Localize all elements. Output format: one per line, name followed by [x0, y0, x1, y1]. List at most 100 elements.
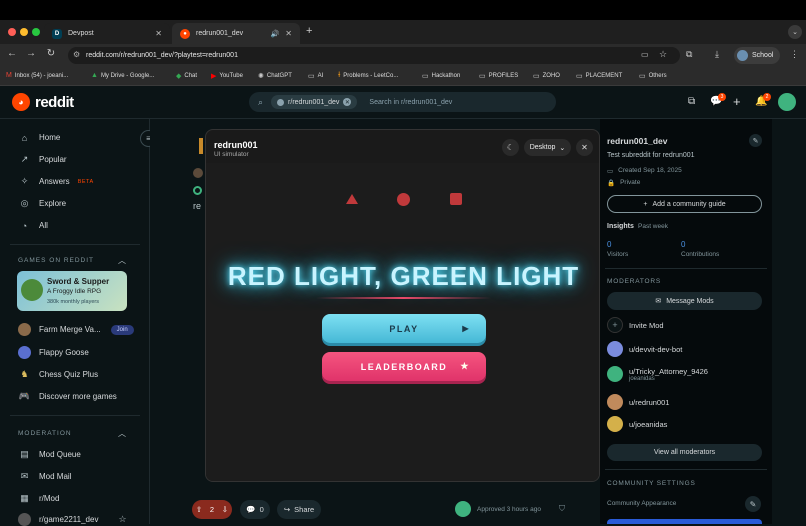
- answers-icon: ✧: [20, 176, 29, 186]
- community-appearance[interactable]: Community Appearance: [607, 500, 676, 507]
- comment-icon: 💬: [246, 505, 256, 514]
- bookmark-placement[interactable]: ▭ PLACEMENT: [576, 72, 622, 80]
- play-button[interactable]: PLAY ▶: [322, 314, 486, 343]
- featured-game-card[interactable]: Sword & Supper A Froggy Idle RPG 380k mo…: [17, 271, 127, 311]
- back-icon[interactable]: ←: [5, 48, 19, 59]
- close-tab-icon[interactable]: ✕: [285, 29, 292, 38]
- game-canvas[interactable]: RED LIGHT, GREEN LIGHT PLAY ▶ LEADERBOARD…: [206, 163, 599, 481]
- tab-redrun[interactable]: ● redrun001_dev 🔊 ✕: [172, 23, 300, 44]
- avatar: [607, 341, 623, 357]
- share-button[interactable]: ↪ Share: [277, 500, 321, 519]
- cast-icon[interactable]: ▭: [641, 50, 649, 59]
- bookmark-star-icon[interactable]: ☆: [659, 49, 667, 60]
- moderator-row[interactable]: u/joeanidas: [607, 416, 667, 432]
- edit-appearance-icon[interactable]: ✎: [745, 496, 761, 512]
- bookmark-youtube[interactable]: ▶ YouTube: [211, 72, 243, 80]
- edit-community-icon[interactable]: ✎: [749, 134, 762, 147]
- bookmark-ai[interactable]: ▭ AI: [308, 72, 323, 80]
- close-tab-icon[interactable]: ✕: [155, 29, 162, 38]
- partial-button[interactable]: [607, 519, 762, 524]
- visitors-label: Visitors: [607, 251, 629, 258]
- bookmark-others[interactable]: ▭ Others: [639, 72, 667, 80]
- dark-mode-icon[interactable]: ☾: [502, 139, 519, 156]
- sidebar-r-mod[interactable]: ▦ r/Mod: [18, 492, 59, 505]
- user-avatar[interactable]: [778, 93, 796, 111]
- tab-search-icon[interactable]: ⌄: [788, 25, 802, 39]
- extensions-icon[interactable]: ⧉: [686, 49, 692, 60]
- bookmark-chat[interactable]: ◆ Chat: [176, 72, 197, 80]
- new-tab-icon[interactable]: +: [306, 25, 312, 37]
- bookmark-hackathon[interactable]: ▭ Hackathon: [422, 72, 460, 80]
- bookmark-inbox[interactable]: M Inbox (54) - joeani...: [6, 72, 68, 79]
- ui-simulator-modal: redrun001 UI simulator ☾ Desktop ⌄ ✕ RED …: [205, 129, 600, 482]
- featured-game-title: Sword & Supper: [47, 277, 110, 286]
- sidebar-mod-mail[interactable]: ✉ Mod Mail: [18, 470, 72, 483]
- favorite-star-icon[interactable]: ☆: [118, 514, 126, 525]
- add-guide-button[interactable]: + Add a community guide: [607, 195, 762, 213]
- sidebar-game2211[interactable]: r/game2211_dev ☆: [18, 513, 127, 526]
- sidebar-game-chess-quiz[interactable]: ♞ Chess Quiz Plus: [18, 368, 98, 381]
- forward-icon[interactable]: →: [24, 48, 38, 59]
- device-select[interactable]: Desktop ⌄: [524, 139, 571, 156]
- invite-mod-button[interactable]: + Invite Mod: [607, 317, 664, 333]
- bookmark-drive[interactable]: ▲ My Drive - Google...: [91, 72, 154, 79]
- featured-game-subtitle: A Froggy Idle RPG: [47, 288, 102, 295]
- tab-devpost[interactable]: D Devpost ✕: [44, 23, 170, 44]
- sidebar-game-flappy-goose[interactable]: Flappy Goose: [18, 346, 89, 359]
- sidebar-discover-games[interactable]: 🎮 Discover more games: [18, 390, 117, 403]
- collapse-games-icon[interactable]: ︿: [118, 255, 126, 266]
- remove-chip-icon[interactable]: ✕: [343, 98, 352, 106]
- search-bar[interactable]: ⌕ r/redrun001_dev ✕ Search in r/redrun00…: [249, 92, 556, 112]
- site-info-icon[interactable]: ⚙: [73, 50, 80, 59]
- bookmark-leetcode[interactable]: ɫ Problems - LeetCo...: [338, 72, 398, 79]
- mod-tools-icon[interactable]: ⧉: [688, 96, 695, 107]
- bookmark-zoho[interactable]: ▭ ZOHO: [533, 72, 560, 80]
- games-heading: GAMES ON REDDIT: [18, 257, 95, 264]
- comments-button[interactable]: 💬 0: [240, 500, 270, 519]
- avatar: [607, 416, 623, 432]
- approved-check-icon: [193, 186, 202, 195]
- close-window-button[interactable]: [8, 28, 16, 36]
- bookmark-profiles[interactable]: ▭ PROFILES: [479, 72, 518, 80]
- create-post-icon[interactable]: +: [733, 94, 741, 109]
- view-all-moderators-button[interactable]: View all moderators: [607, 444, 762, 461]
- sidebar-item-all[interactable]: ◔ All: [18, 219, 48, 232]
- profile-button[interactable]: School: [734, 47, 780, 64]
- visitors-value: 0: [607, 240, 612, 249]
- collapse-moderation-icon[interactable]: ︿: [118, 428, 126, 439]
- close-modal-icon[interactable]: ✕: [576, 139, 593, 156]
- search-placeholder: Search in r/redrun001_dev: [369, 98, 453, 106]
- leaderboard-button[interactable]: LEADERBOARD ★: [322, 352, 486, 381]
- plus-icon: +: [643, 200, 648, 208]
- subreddit-chip[interactable]: r/redrun001_dev ✕: [271, 95, 358, 109]
- divider: [10, 244, 140, 245]
- sidebar-mod-queue[interactable]: ▤ Mod Queue: [18, 448, 81, 461]
- vote-control[interactable]: ⇧ 2 ⇩: [192, 500, 232, 519]
- download-icon[interactable]: ⤓: [715, 49, 719, 60]
- join-button[interactable]: Join: [110, 324, 134, 335]
- moderator-row[interactable]: u/redrun001: [607, 394, 669, 410]
- subreddit-icon: [277, 98, 285, 106]
- moderator-row[interactable]: u/Tricky_Attorney_9426 joeanidas: [607, 366, 708, 382]
- upvote-icon[interactable]: ⇧: [196, 505, 202, 514]
- sidebar-item-explore[interactable]: ◎ Explore: [18, 197, 67, 210]
- sidebar-item-answers[interactable]: ✧ Answers BETA: [18, 175, 94, 188]
- sidebar-item-popular[interactable]: ↗ Popular: [18, 153, 67, 166]
- bookmark-chatgpt[interactable]: ✺ ChatGPT: [258, 72, 292, 80]
- speaker-icon[interactable]: 🔊: [271, 30, 280, 38]
- browser-menu-icon[interactable]: ⋮: [790, 49, 799, 60]
- downvote-icon[interactable]: ⇩: [222, 505, 228, 514]
- shield-icon[interactable]: ⛉: [559, 504, 565, 514]
- post-title-fragment: re: [193, 201, 202, 211]
- os-top-bar: [0, 0, 806, 20]
- reload-icon[interactable]: ↻: [44, 48, 58, 59]
- message-mods-button[interactable]: ✉ Message Mods: [607, 292, 762, 310]
- minimize-window-button[interactable]: [20, 28, 28, 36]
- maximize-window-button[interactable]: [32, 28, 40, 36]
- moderator-row[interactable]: u/devvit-dev-bot: [607, 341, 682, 357]
- sidebar-item-home[interactable]: ⌂ Home: [18, 131, 61, 144]
- insights-period[interactable]: Past week: [638, 223, 668, 230]
- sidebar-game-farm-merge[interactable]: Farm Merge Va... Join: [18, 323, 134, 336]
- reddit-logo[interactable]: ◕ reddit: [12, 93, 74, 111]
- address-bar[interactable]: reddit.com/r/redrun001_dev/?playtest=red…: [68, 47, 680, 64]
